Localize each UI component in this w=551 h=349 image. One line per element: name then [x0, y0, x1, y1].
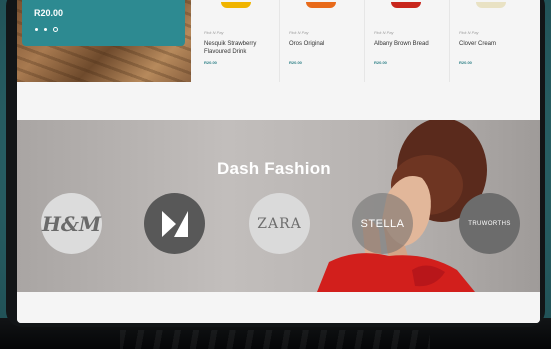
promo-card[interactable]: R20.00	[22, 0, 185, 46]
brand-hm-logo[interactable]: H&M	[41, 193, 102, 254]
product-image	[306, 2, 336, 8]
product-card[interactable]: Pick N Pay Clover Cream R20.00	[450, 0, 535, 82]
product-image	[221, 2, 251, 8]
product-store: Pick N Pay	[374, 30, 394, 35]
product-store: Pick N Pay	[204, 30, 224, 35]
laptop-screen: R20.00 Pick N Pay Nesquik Strawberry Fla…	[17, 0, 540, 323]
promo-price: R20.00	[34, 8, 64, 18]
product-list: Pick N Pay Nesquik Strawberry Flavoured …	[195, 0, 540, 82]
brand-stella-label: STELLA	[360, 217, 405, 230]
fashion-banner: Dash Fashion H&M ZARA STELLA TRUWORTHS	[17, 120, 540, 292]
product-card[interactable]: Pick N Pay Albany Brown Bread R20.00	[365, 0, 450, 82]
product-name[interactable]: Clover Cream	[459, 40, 531, 48]
product-store: Pick N Pay	[459, 30, 479, 35]
product-name[interactable]: Nesquik Strawberry Flavoured Drink	[204, 40, 276, 56]
product-store: Pick N Pay	[289, 30, 309, 35]
mr-price-icon	[161, 210, 188, 237]
product-name[interactable]: Albany Brown Bread	[374, 40, 446, 48]
carousel-dot-3[interactable]	[53, 27, 58, 32]
brand-stella-logo[interactable]: STELLA	[352, 193, 413, 254]
product-image	[476, 2, 506, 8]
banner-title: Dash Fashion	[217, 159, 331, 178]
product-price: R20.00	[459, 60, 472, 65]
carousel-dot-2[interactable]	[44, 28, 47, 31]
brand-mr-price-logo[interactable]	[144, 193, 205, 254]
brand-zara-logo[interactable]: ZARA	[249, 193, 310, 254]
carousel-dot-1[interactable]	[35, 28, 38, 31]
brand-zara-label: ZARA	[257, 215, 302, 232]
brand-truworths-logo[interactable]: TRUWORTHS	[459, 193, 520, 254]
product-image	[391, 2, 421, 8]
product-card[interactable]: Pick N Pay Nesquik Strawberry Flavoured …	[195, 0, 280, 82]
laptop-keyboard-texture	[120, 330, 430, 349]
page-footer-space	[17, 292, 540, 323]
product-price: R20.00	[204, 60, 217, 65]
product-name[interactable]: Oros Original	[289, 40, 361, 48]
product-price: R20.00	[374, 60, 387, 65]
carousel-dots	[35, 27, 58, 32]
brand-hm-label: H&M	[41, 211, 102, 236]
product-card[interactable]: Pick N Pay Oros Original R20.00	[280, 0, 365, 82]
product-price: R20.00	[289, 60, 302, 65]
brand-truworths-label: TRUWORTHS	[468, 220, 511, 227]
